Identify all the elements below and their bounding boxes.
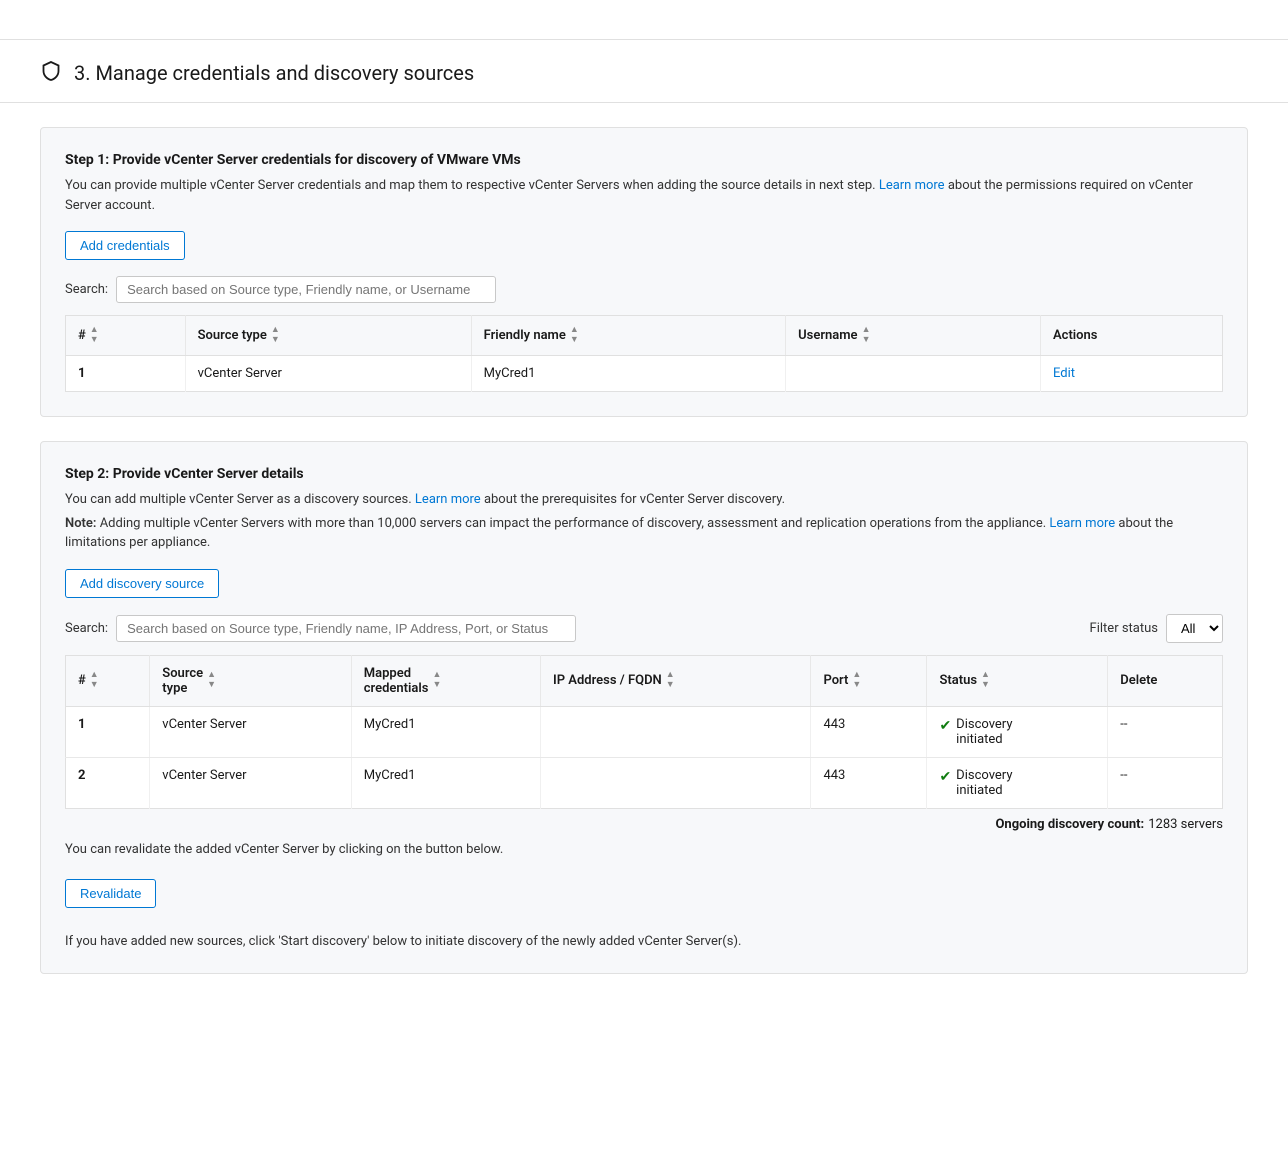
- ongoing-label: Ongoing discovery count:: [995, 817, 1144, 832]
- revalidate-button[interactable]: Revalidate: [65, 879, 156, 908]
- add-credentials-button[interactable]: Add credentials: [65, 231, 185, 260]
- col-source-type-1: Source type▲▼: [185, 316, 471, 356]
- cell-status-2: ✔ Discoveryinitiated: [927, 757, 1108, 808]
- table-row: 2 vCenter Server MyCred1 443 ✔ Discovery…: [66, 757, 1223, 808]
- cell-status-1: ✔ Discoveryinitiated: [927, 706, 1108, 757]
- col-ip-fqdn: IP Address / FQDN ▲▼: [541, 655, 811, 706]
- cell-ip-fqdn-2: [541, 757, 811, 808]
- edit-link[interactable]: Edit: [1053, 366, 1075, 381]
- step1-search-label: Search:: [65, 282, 108, 297]
- shield-icon: [40, 60, 62, 86]
- step2-desc1: You can add multiple vCenter Server as a…: [65, 490, 1223, 510]
- cell-ip-fqdn-1: [541, 706, 811, 757]
- filter-status-select[interactable]: All: [1166, 614, 1223, 643]
- cell-delete-1: --: [1108, 706, 1223, 757]
- step2-search-left: Search:: [65, 615, 576, 642]
- note-main-text: Adding multiple vCenter Servers with mor…: [100, 516, 1046, 531]
- col-username: Username▲▼: [786, 316, 1041, 356]
- cell-delete-2: --: [1108, 757, 1223, 808]
- cell-username: [786, 356, 1041, 392]
- step2-section: Step 2: Provide vCenter Server details Y…: [40, 441, 1248, 974]
- col-delete: Delete: [1108, 655, 1223, 706]
- ongoing-value: 1283 servers: [1148, 817, 1223, 832]
- col-actions: Actions: [1040, 316, 1222, 356]
- cell-mapped-creds-1: MyCred1: [351, 706, 540, 757]
- status-text-2: Discoveryinitiated: [956, 768, 1012, 798]
- cell-source-type: vCenter Server: [185, 356, 471, 392]
- step2-learn-more-3-link[interactable]: Learn more: [1049, 516, 1115, 531]
- main-content: Step 1: Provide vCenter Server credentia…: [0, 103, 1288, 1022]
- step1-desc-text: You can provide multiple vCenter Server …: [65, 178, 876, 193]
- sort-source-type-2: ▲▼: [207, 671, 216, 690]
- step1-table: #▲▼ Source type▲▼ Friendly name▲▼ Userna…: [65, 315, 1223, 392]
- step2-note: Note: Adding multiple vCenter Servers wi…: [65, 514, 1223, 553]
- page-wrapper: 3. Manage credentials and discovery sour…: [0, 0, 1288, 1156]
- step1-desc: You can provide multiple vCenter Server …: [65, 176, 1223, 215]
- sort-source-type-1: ▲▼: [271, 326, 280, 345]
- step1-section: Step 1: Provide vCenter Server credentia…: [40, 127, 1248, 417]
- step1-title: Step 1: Provide vCenter Server credentia…: [65, 152, 1223, 168]
- cell-source-type-2: vCenter Server: [150, 757, 351, 808]
- sort-num-1: ▲▼: [90, 326, 99, 345]
- step1-search-input[interactable]: [116, 276, 496, 303]
- step1-learn-more-link[interactable]: Learn more: [879, 178, 945, 193]
- status-text-1: Discoveryinitiated: [956, 717, 1012, 747]
- step2-desc1-b: about the prerequisites for vCenter Serv…: [484, 492, 785, 507]
- revalidate-note: You can revalidate the added vCenter Ser…: [65, 842, 1223, 857]
- step1-search-row: Search:: [65, 276, 1223, 303]
- sort-friendly-name: ▲▼: [570, 326, 579, 345]
- col-friendly-name: Friendly name▲▼: [471, 316, 785, 356]
- cell-num: 1: [66, 356, 186, 392]
- add-discovery-source-button[interactable]: Add discovery source: [65, 569, 219, 598]
- cell-friendly-name: MyCred1: [471, 356, 785, 392]
- sort-ip-fqdn: ▲▼: [666, 671, 675, 690]
- sort-port: ▲▼: [852, 671, 861, 690]
- cell-num-2: 2: [66, 757, 150, 808]
- cell-actions: Edit: [1040, 356, 1222, 392]
- sort-mapped-creds: ▲▼: [432, 671, 441, 690]
- check-icon-1: ✔: [939, 718, 951, 734]
- cell-port-2: 443: [811, 757, 927, 808]
- col-mapped-creds: Mappedcredentials ▲▼: [351, 655, 540, 706]
- col-source-type-2: Sourcetype ▲▼: [150, 655, 351, 706]
- step2-search-filter-row: Search: Filter status All: [65, 614, 1223, 643]
- step2-search-input[interactable]: [116, 615, 576, 642]
- cell-mapped-creds-2: MyCred1: [351, 757, 540, 808]
- step2-title: Step 2: Provide vCenter Server details: [65, 466, 1223, 482]
- col-status: Status ▲▼: [927, 655, 1108, 706]
- page-header: 3. Manage credentials and discovery sour…: [0, 40, 1288, 103]
- ongoing-discovery-row: Ongoing discovery count: 1283 servers: [65, 809, 1223, 836]
- step2-search-label: Search:: [65, 621, 108, 636]
- note-prefix: Note:: [65, 516, 96, 531]
- sort-username: ▲▼: [862, 326, 871, 345]
- col-port: Port ▲▼: [811, 655, 927, 706]
- page-title: 3. Manage credentials and discovery sour…: [74, 61, 474, 85]
- cell-port-1: 443: [811, 706, 927, 757]
- step2-learn-more-2-link[interactable]: Learn more: [415, 492, 481, 507]
- table-row: 1 vCenter Server MyCred1 443 ✔ Discovery…: [66, 706, 1223, 757]
- filter-status-label: Filter status: [1090, 621, 1158, 636]
- sort-num-2: ▲▼: [90, 671, 99, 690]
- final-note: If you have added new sources, click 'St…: [65, 934, 1223, 949]
- table-row: 1 vCenter Server MyCred1 Edit: [66, 356, 1223, 392]
- top-bar: [0, 0, 1288, 40]
- step2-table: # ▲▼ Sourcetype ▲▼ Mappedcredentials ▲▼ …: [65, 655, 1223, 809]
- col-num-2: # ▲▼: [66, 655, 150, 706]
- cell-num-1: 1: [66, 706, 150, 757]
- check-icon-2: ✔: [939, 769, 951, 785]
- col-num-1: #▲▼: [66, 316, 186, 356]
- step2-desc1-text: You can add multiple vCenter Server as a…: [65, 492, 412, 507]
- sort-status: ▲▼: [981, 671, 990, 690]
- cell-source-type-1: vCenter Server: [150, 706, 351, 757]
- filter-row: Filter status All: [1090, 614, 1223, 643]
